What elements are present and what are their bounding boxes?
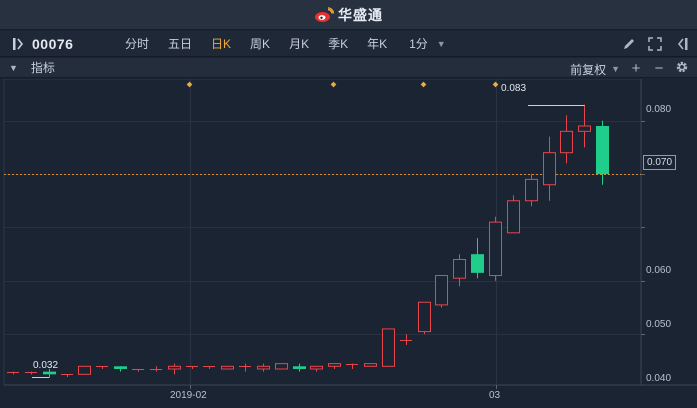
collapse-panel-icon[interactable] bbox=[12, 37, 26, 51]
candle-body bbox=[507, 200, 520, 234]
tab-monthly-k[interactable]: 月K bbox=[289, 35, 309, 52]
high-price-label: 0.083 bbox=[501, 83, 527, 94]
brand-logo: 华盛通 bbox=[314, 5, 383, 25]
y-tick-label: 0.080 bbox=[646, 104, 672, 115]
fullscreen-icon[interactable] bbox=[647, 36, 663, 52]
indicator-bar: ▼ 指标 前复权 ▼ + − bbox=[0, 58, 697, 78]
current-price-badge: 0.070 bbox=[643, 155, 677, 170]
candle-body bbox=[221, 365, 234, 370]
tab-yearly-k[interactable]: 年K bbox=[367, 35, 387, 52]
tab-five-day[interactable]: 五日 bbox=[168, 35, 192, 52]
brand-name: 华盛通 bbox=[338, 6, 383, 23]
candle-body bbox=[293, 366, 306, 369]
minute-period-value: 1分 bbox=[409, 37, 428, 51]
candle-body bbox=[435, 275, 448, 306]
candle-body bbox=[364, 363, 377, 367]
draw-pen-icon[interactable] bbox=[621, 36, 637, 52]
candle-body bbox=[596, 125, 609, 175]
candle-body bbox=[328, 363, 341, 367]
expand-panel-icon[interactable] bbox=[673, 36, 689, 52]
candle-body bbox=[114, 366, 127, 369]
candle-body bbox=[453, 259, 466, 279]
weibo-logo-icon bbox=[315, 6, 334, 22]
add-icon[interactable]: + bbox=[629, 61, 643, 77]
x-axis-label: 03 bbox=[489, 390, 501, 401]
candle-body bbox=[560, 130, 573, 154]
candle-body bbox=[275, 363, 288, 370]
x-axis-label: 2019-02 bbox=[170, 390, 207, 401]
candle-body bbox=[310, 365, 323, 370]
tab-weekly-k[interactable]: 周K bbox=[250, 35, 270, 52]
chart-toolbar: 00076 分时 五日 日K 周K 月K 季K 年K 1分 ▼ bbox=[0, 31, 697, 57]
candle-body bbox=[78, 365, 91, 375]
kline-chart-canvas bbox=[3, 79, 697, 389]
indicator-label[interactable]: 指标 bbox=[31, 59, 55, 76]
chevron-down-icon: ▼ bbox=[436, 38, 446, 49]
y-tick-label: 0.060 bbox=[646, 265, 672, 276]
title-bar: 华盛通 bbox=[0, 0, 697, 30]
candle-body bbox=[43, 371, 56, 375]
y-tick-label: 0.040 bbox=[646, 373, 672, 384]
candle-body bbox=[257, 365, 270, 370]
candle-body bbox=[471, 254, 484, 273]
candle-body bbox=[489, 221, 502, 277]
chevron-down-icon: ▼ bbox=[611, 64, 620, 74]
adjust-select[interactable]: 前复权 ▼ bbox=[570, 61, 620, 78]
candle-body bbox=[168, 365, 181, 370]
collapse-indicator-icon[interactable]: ▼ bbox=[9, 63, 18, 73]
minute-period-select[interactable]: 1分 ▼ bbox=[409, 35, 446, 52]
candle-body bbox=[525, 178, 538, 202]
kline-chart[interactable]: 0.080 0.060 0.050 0.040 0.070 0.083 0.03… bbox=[0, 79, 697, 408]
stock-code: 00076 bbox=[32, 35, 74, 52]
tab-quarterly-k[interactable]: 季K bbox=[328, 35, 348, 52]
plot-area bbox=[3, 79, 642, 386]
candle-body bbox=[578, 125, 591, 132]
candle-body bbox=[543, 152, 556, 186]
low-price-label: 0.032 bbox=[33, 360, 59, 371]
adjust-value: 前复权 bbox=[570, 62, 607, 77]
minus-icon[interactable]: − bbox=[652, 61, 666, 77]
y-tick-label: 0.050 bbox=[646, 319, 672, 330]
period-tabs: 分时 五日 日K 周K 月K 季K 年K 1分 ▼ bbox=[125, 35, 446, 52]
candle-body bbox=[418, 301, 431, 333]
tab-intraday[interactable]: 分时 bbox=[125, 35, 149, 52]
tab-daily-k[interactable]: 日K bbox=[211, 35, 231, 52]
candle-body bbox=[382, 328, 395, 367]
gear-icon[interactable] bbox=[675, 60, 689, 78]
